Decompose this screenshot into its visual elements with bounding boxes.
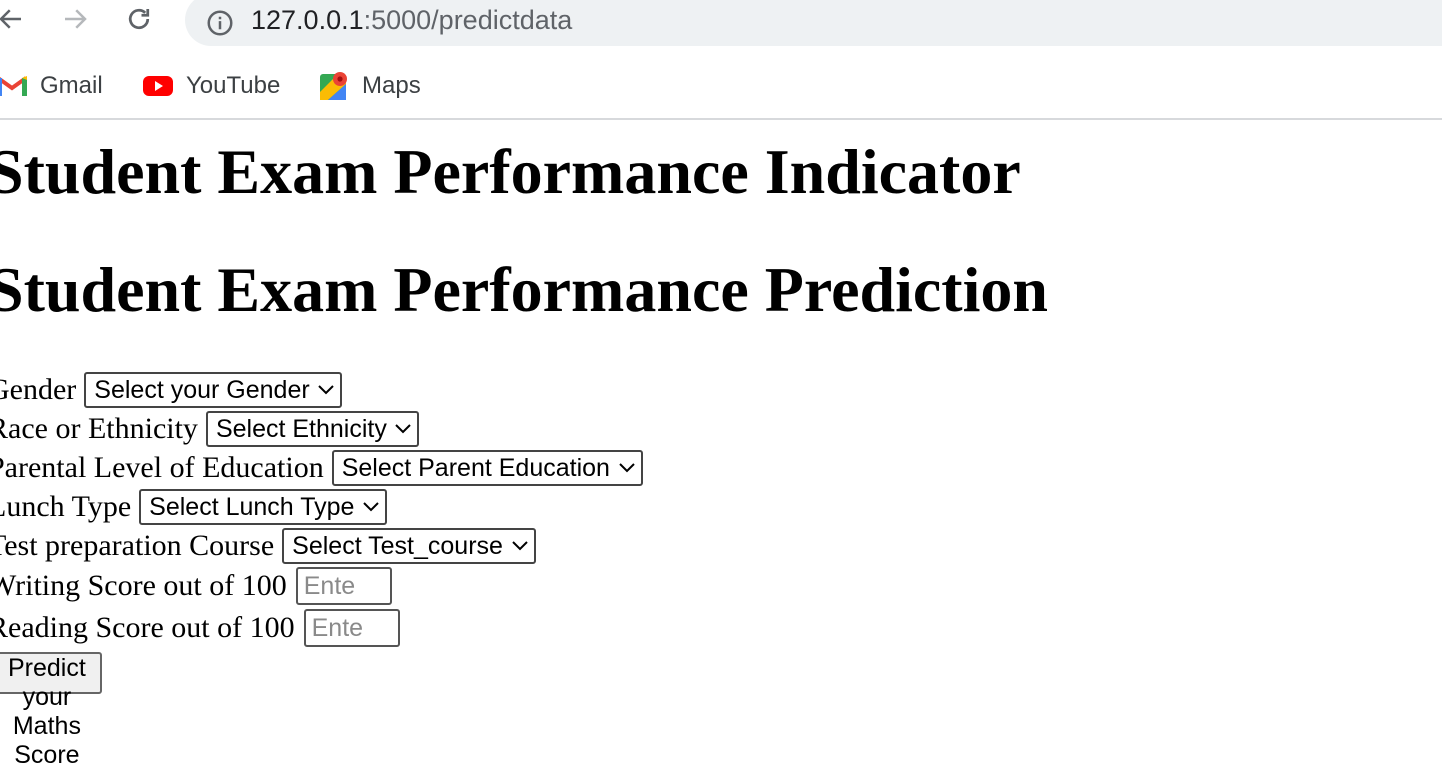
test-prep-select[interactable]: Select Test_course — [282, 528, 537, 564]
writing-score-label: Writing Score out of 100 — [0, 569, 287, 602]
lunch-label: Lunch Type — [0, 490, 132, 523]
url-text[interactable]: 127.0.0.1:5000/predictdata — [251, 1, 572, 39]
predict-button[interactable]: Predict your Maths Score — [0, 652, 102, 769]
page-subtitle: Student Exam Performance Prediction — [0, 254, 1048, 325]
bookmark-youtube[interactable]: YouTube — [142, 70, 280, 102]
page-title: Student Exam Performance Indicator — [0, 136, 1021, 207]
ethnicity-row: Race or Ethnicity Select Ethnicity — [0, 411, 419, 447]
reading-score-row: Reading Score out of 100 — [0, 609, 400, 647]
maps-icon — [320, 72, 347, 100]
back-arrow-icon — [0, 9, 21, 29]
bookmark-maps-label: Maps — [362, 72, 421, 99]
forward-button[interactable] — [58, 2, 92, 36]
youtube-icon — [143, 76, 173, 96]
bookmarks-bar: Gmail YouTube Maps — [0, 60, 1442, 112]
reading-score-label: Reading Score out of 100 — [0, 611, 295, 644]
lunch-row: Lunch Type Select Lunch Type — [0, 489, 388, 525]
chrome-divider — [0, 118, 1442, 120]
reload-icon — [128, 8, 150, 30]
parental-education-select[interactable]: Select Parent Education — [331, 450, 643, 486]
forward-arrow-icon — [65, 9, 87, 29]
browser-toolbar: 127.0.0.1:5000/predictdata — [0, 0, 1442, 50]
writing-score-input[interactable] — [295, 567, 392, 605]
bookmark-youtube-label: YouTube — [186, 72, 281, 99]
reload-button[interactable] — [122, 2, 156, 36]
back-button[interactable] — [0, 2, 28, 36]
test-prep-label: Test preparation Course — [0, 529, 275, 562]
bookmark-gmail[interactable]: Gmail — [0, 70, 103, 102]
parental-education-row: Parental Level of Education Select Paren… — [0, 450, 643, 486]
url-host: 127.0.0.1 — [251, 5, 364, 35]
ethnicity-label: Race or Ethnicity — [0, 412, 198, 445]
writing-score-row: Writing Score out of 100 — [0, 567, 392, 605]
gender-select[interactable]: Select your Gender — [84, 372, 343, 408]
address-bar[interactable]: 127.0.0.1:5000/predictdata — [185, 0, 1442, 46]
info-icon[interactable] — [205, 8, 235, 38]
ethnicity-select[interactable]: Select Ethnicity — [205, 411, 419, 447]
test-prep-row: Test preparation Course Select Test_cour… — [0, 528, 537, 564]
gmail-icon — [0, 76, 28, 96]
bookmark-maps[interactable]: Maps — [318, 70, 421, 102]
gender-label: Gender — [0, 373, 77, 406]
reading-score-input[interactable] — [303, 609, 400, 647]
gender-row: Gender Select your Gender — [0, 372, 343, 408]
url-path: :5000/predictdata — [363, 5, 573, 35]
parental-education-label: Parental Level of Education — [0, 451, 324, 484]
bookmark-gmail-label: Gmail — [40, 72, 103, 99]
lunch-select[interactable]: Select Lunch Type — [139, 489, 388, 525]
